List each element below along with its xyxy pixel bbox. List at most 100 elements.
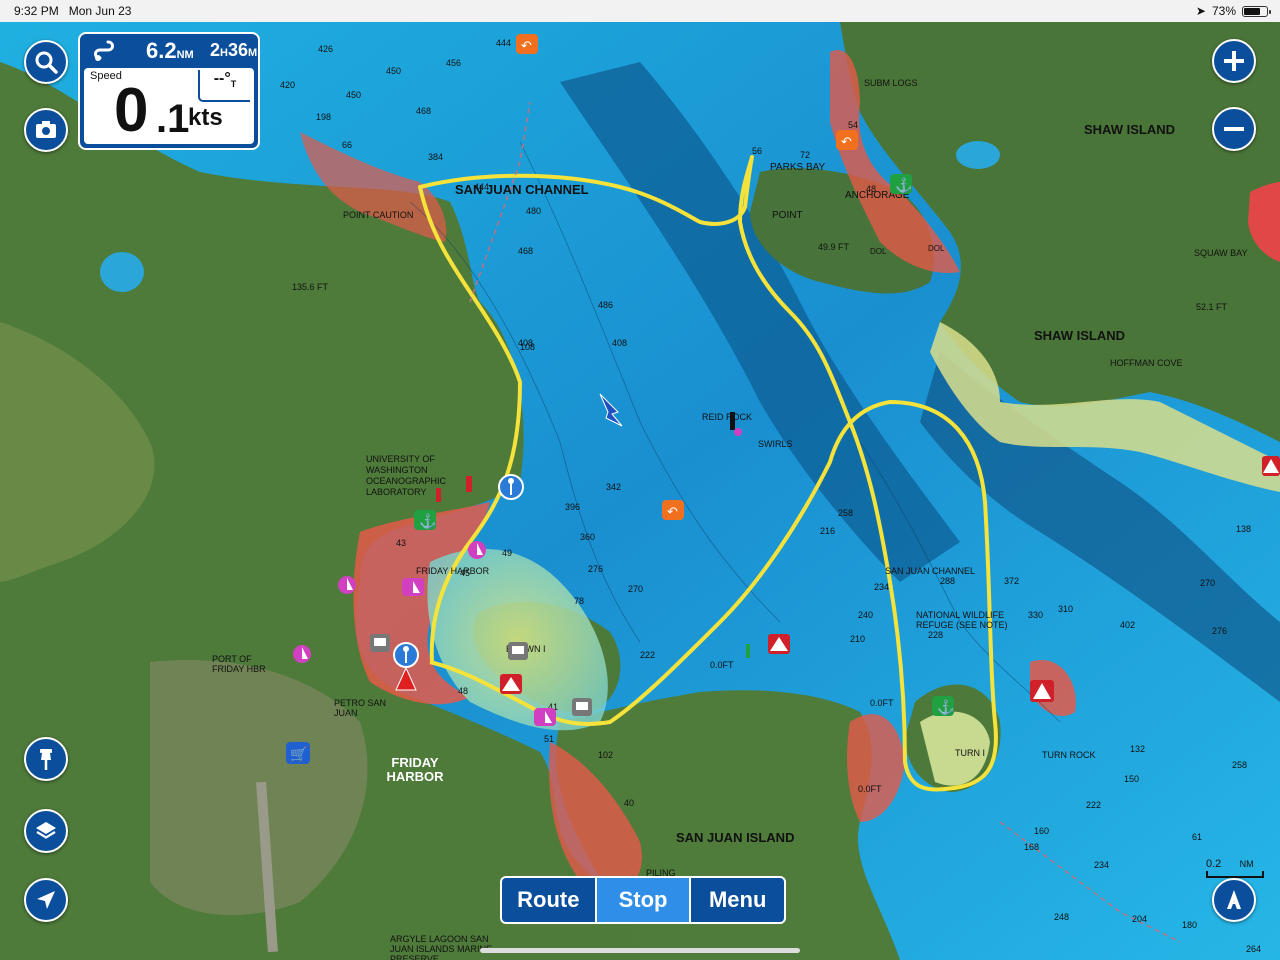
menu-button[interactable]: Menu: [691, 878, 784, 922]
marina-marker-icon[interactable]: [293, 645, 311, 663]
heading-readout: --°T: [198, 70, 250, 102]
sounding: 234: [1094, 860, 1109, 870]
sounding: 480: [526, 206, 541, 216]
zoom-out-button[interactable]: [1212, 107, 1256, 151]
speed-integer: 0: [114, 76, 149, 145]
label-turn-rock: TURN ROCK: [1042, 750, 1096, 760]
sounding: 54: [848, 120, 858, 130]
status-time: 9:32 PM: [14, 4, 59, 18]
sounding: 270: [628, 584, 643, 594]
shopping-cart-icon[interactable]: 🛒: [286, 742, 310, 764]
marina-marker-icon[interactable]: [468, 541, 486, 559]
sounding: 56: [752, 146, 762, 156]
comment-marker-icon[interactable]: [370, 634, 390, 652]
camera-button[interactable]: [24, 108, 68, 152]
marina-marker-icon[interactable]: [338, 576, 356, 594]
u-turn-marker-icon[interactable]: ↶: [516, 34, 538, 54]
label-petro-san-juan: PETRO SAN JUAN: [334, 698, 387, 718]
anchorage-marker-icon[interactable]: ⚓: [414, 510, 436, 530]
sounding: 204: [1132, 914, 1147, 924]
sounding: 210: [850, 634, 865, 644]
lake: [100, 252, 144, 292]
label-hoffman-cove: HOFFMAN COVE: [1110, 358, 1183, 368]
sounding: 160: [1034, 826, 1049, 836]
marina-marker-icon[interactable]: [534, 708, 556, 726]
comment-marker-icon[interactable]: [572, 698, 592, 716]
label-turn-island: TURN I: [955, 748, 985, 758]
sounding: 310: [1058, 604, 1073, 614]
label-shaw-island: SHAW ISLAND: [1034, 328, 1125, 343]
sounding: 222: [640, 650, 655, 660]
label-friday-harbor-water: FRIDAY HARBOR: [416, 566, 490, 576]
anchorage-marker-icon[interactable]: ⚓: [890, 174, 912, 194]
zoom-in-button[interactable]: [1212, 39, 1256, 83]
search-icon: [35, 51, 58, 74]
sounding: 234: [874, 582, 889, 592]
route-control-bar: Route Stop Menu: [500, 876, 786, 924]
layers-icon: [36, 822, 56, 839]
label-san-juan-channel-south: SAN JUAN CHANNEL: [885, 566, 975, 576]
sounding: 228: [928, 630, 943, 640]
warning-marker-icon[interactable]: [1262, 456, 1280, 476]
battery-percent: 73%: [1211, 4, 1236, 18]
sounding: 48: [866, 184, 876, 194]
sounding: 248: [1054, 912, 1069, 922]
sounding: 342: [606, 482, 621, 492]
sounding: 426: [318, 44, 333, 54]
add-marker-button[interactable]: [24, 737, 68, 781]
sounding: 276: [588, 564, 603, 574]
stop-button[interactable]: Stop: [594, 878, 692, 922]
scale-unit: NM: [1239, 859, 1254, 869]
sounding: 240: [858, 610, 873, 620]
label-parks-bay: PARKS BAY: [770, 162, 826, 173]
warning-marker-icon[interactable]: [500, 674, 522, 694]
sounding: 51: [544, 734, 554, 744]
eta-hours-unit: H: [220, 47, 228, 59]
locate-button[interactable]: [24, 878, 68, 922]
svg-text:↶: ↶: [667, 504, 678, 519]
comment-marker-icon[interactable]: [508, 642, 528, 660]
layers-button[interactable]: [24, 809, 68, 853]
eta-readout: 2H36M: [210, 40, 257, 61]
svg-text:⚓: ⚓: [937, 699, 954, 716]
anchorage-marker-icon[interactable]: ⚓: [932, 696, 954, 716]
compass-button[interactable]: [1212, 878, 1256, 922]
sounding: 258: [838, 508, 853, 518]
sounding: 43: [396, 538, 406, 548]
sounding: 468: [416, 106, 431, 116]
sounding: 222: [1086, 800, 1101, 810]
sounding: 486: [598, 300, 613, 310]
home-indicator[interactable]: [480, 948, 800, 953]
sounding: 408: [612, 338, 627, 348]
waypoint-pin-icon[interactable]: [498, 474, 524, 500]
label-subm-logs: SUBM LOGS: [864, 78, 918, 88]
sounding: 150: [1124, 774, 1139, 784]
sounding: 276: [1212, 626, 1227, 636]
nautical-chart-map[interactable]: SAN JUAN CHANNEL SHAW ISLAND SHAW ISLAND…: [0, 22, 1280, 960]
speed-panel: Speed 0 .1 kts --°T: [84, 68, 254, 144]
sounding: 372: [1004, 576, 1019, 586]
waypoint-pin-icon[interactable]: [393, 642, 419, 668]
distance-value: 6.2: [146, 38, 177, 63]
u-turn-marker-icon[interactable]: ↶: [836, 130, 858, 150]
sounding: 396: [565, 502, 580, 512]
spot-height: 0.0FT: [710, 660, 734, 670]
sounding: 288: [940, 576, 955, 586]
sounding: 420: [280, 80, 295, 90]
svg-text:⚓: ⚓: [419, 513, 436, 530]
label-shaw-island-north: SHAW ISLAND: [1084, 122, 1175, 137]
warning-marker-icon[interactable]: [1030, 680, 1054, 702]
speed-decimal: .1: [156, 97, 190, 141]
sounding: 330: [1028, 610, 1043, 620]
sounding: 72: [800, 150, 810, 160]
marina-marker-icon[interactable]: [402, 578, 424, 596]
search-button[interactable]: [24, 40, 68, 84]
nav-gauge[interactable]: 6.2NM 2H36M Speed 0 .1 kts --°T: [78, 32, 260, 150]
sounding: 132: [1130, 744, 1145, 754]
route-button[interactable]: Route: [502, 878, 595, 922]
distance-unit: NM: [176, 49, 194, 61]
warning-marker-icon[interactable]: [768, 634, 790, 654]
spot-height: 0.0FT: [858, 784, 882, 794]
u-turn-marker-icon[interactable]: ↶: [662, 500, 684, 520]
eta-hours: 2: [210, 40, 221, 60]
